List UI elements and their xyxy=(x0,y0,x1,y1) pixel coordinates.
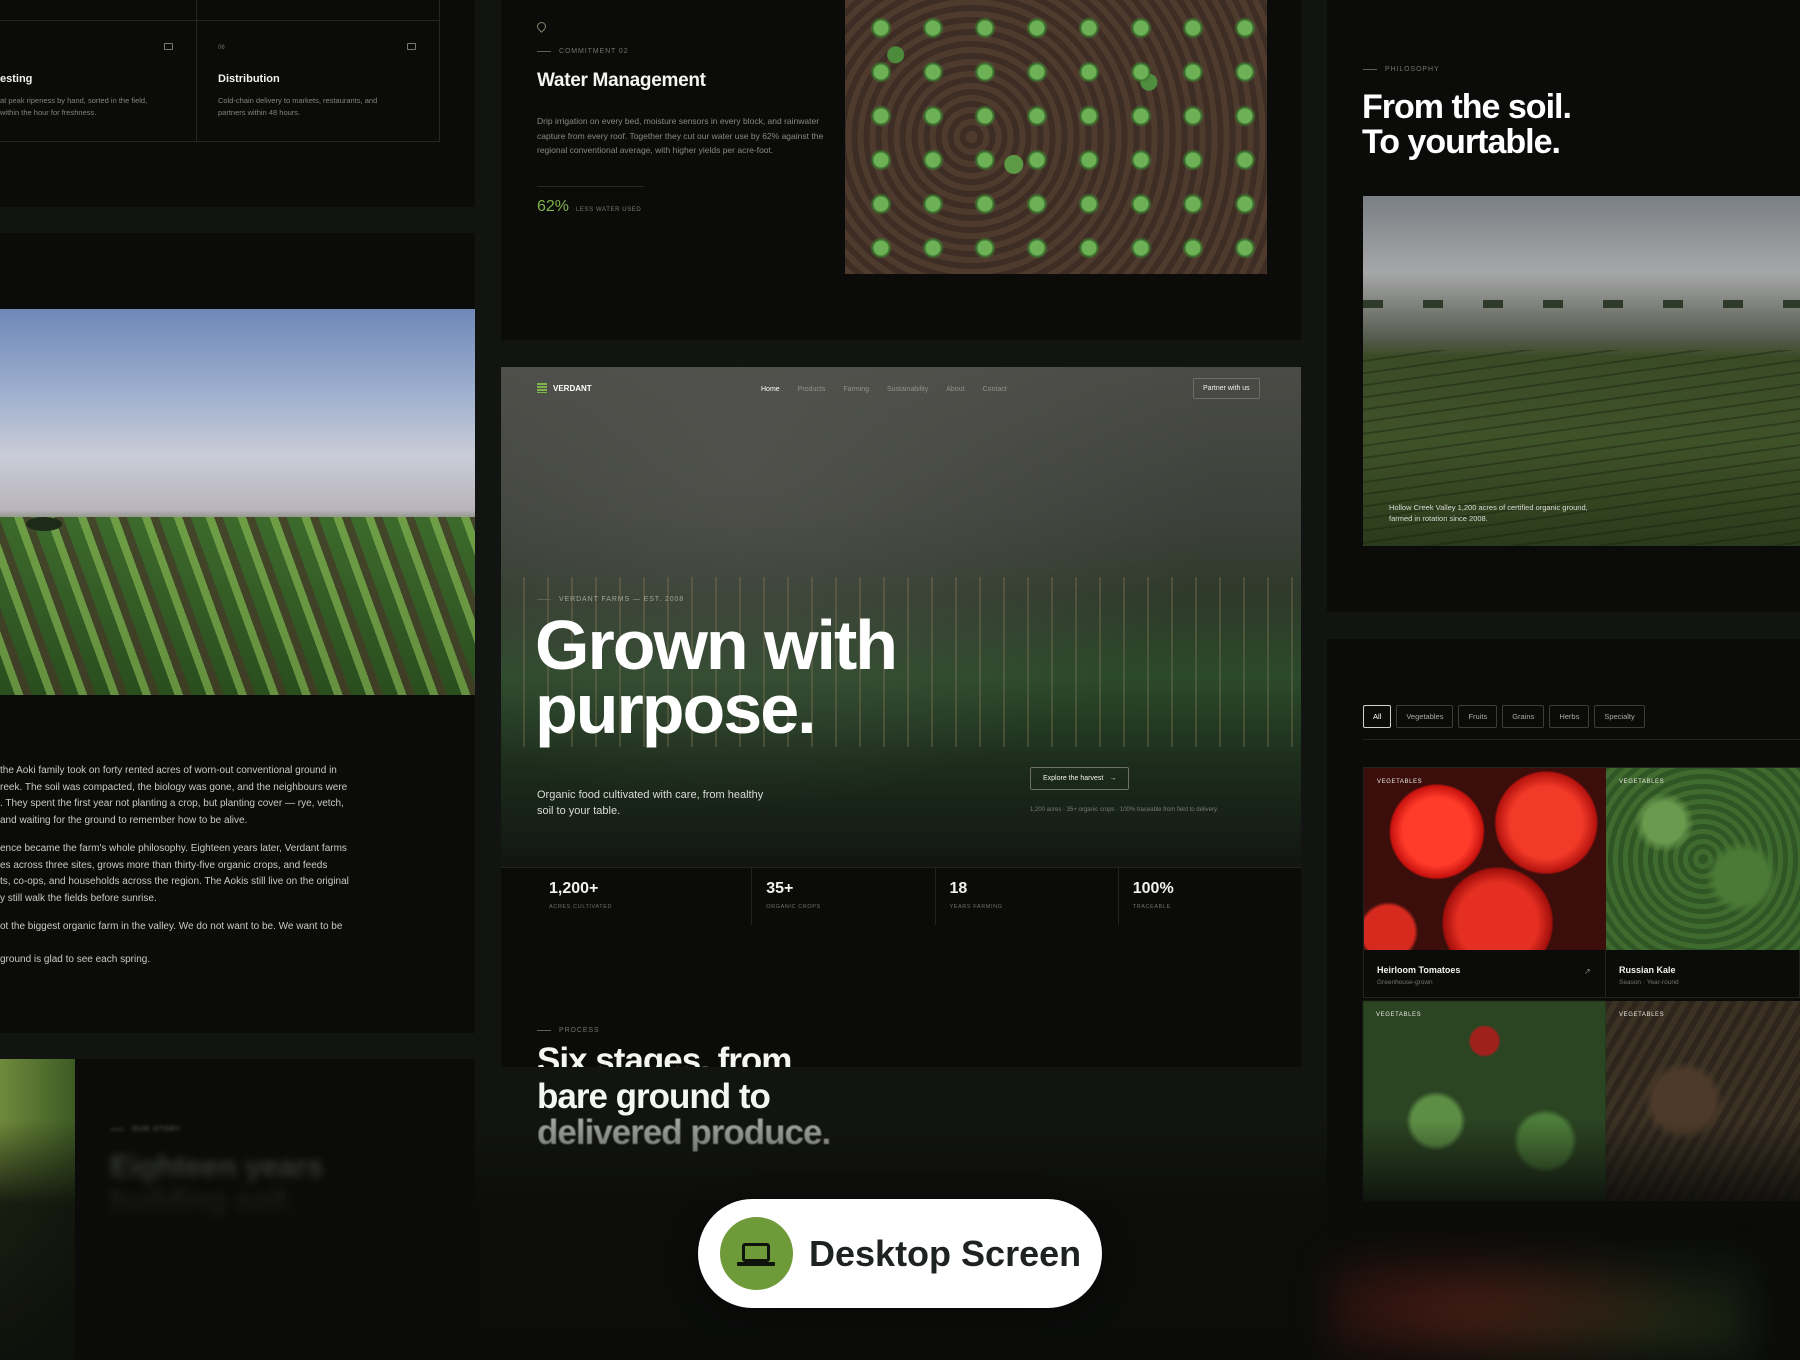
brand-name: VERDANT xyxy=(553,383,592,393)
filter-all[interactable]: All xyxy=(1363,705,1392,728)
hero-eyebrow: VERDANT FARMS — EST. 2008 xyxy=(537,596,684,603)
process-eyebrow: PROCESS xyxy=(537,1027,600,1034)
water-stat-value: 62% xyxy=(537,198,570,215)
product-tag: VEGETABLES xyxy=(1377,779,1423,785)
filter-vegetables[interactable]: Vegetables xyxy=(1396,705,1454,728)
photo-caption: Hollow Creek Valley 1,200 acres of certi… xyxy=(1389,503,1588,523)
commitment-eyebrow: COMMITMENT 02 xyxy=(537,48,629,55)
product-tag: VEGETABLES xyxy=(1376,1012,1422,1018)
nav-products[interactable]: Products xyxy=(798,386,826,393)
nav-farming[interactable]: Farming xyxy=(843,386,869,393)
stat-crops: 35+ ORGANIC CROPS xyxy=(752,868,936,925)
product-tag: VEGETABLES xyxy=(1619,1012,1665,1018)
our-story-title: Eighteen years xyxy=(110,1151,324,1184)
water-management-panel: COMMITMENT 02 Water Management Drip irri… xyxy=(501,0,1301,340)
product-card-roots[interactable]: VEGETABLES xyxy=(1606,1001,1800,1201)
hero-subtitle: Organic food cultivated with care, from … xyxy=(537,789,764,817)
stat-acres: 1,200+ ACRES CULTIVATED xyxy=(501,868,753,925)
leaf-logo-icon xyxy=(537,383,547,393)
greens-photo xyxy=(1363,1001,1606,1201)
card-desc: Cold-chain delivery to markets, restaura… xyxy=(218,96,378,105)
product-card-tomatoes[interactable]: VEGETABLES Heirloom Tomatoes Greenhouse-… xyxy=(1363,767,1607,998)
desktop-screen-badge: Desktop Screen xyxy=(698,1199,1102,1308)
filter-herbs[interactable]: Herbs xyxy=(1549,705,1590,728)
hero-logo[interactable]: VERDANT xyxy=(537,383,592,393)
philosophy-eyebrow: PHILOSOPHY xyxy=(1363,66,1440,73)
hero-headline: Grown with purpose. xyxy=(535,606,898,748)
hero-note: 1,200 acres · 35+ organic crops · 100% t… xyxy=(1030,807,1219,813)
process-title: Six stages, from xyxy=(537,1041,792,1068)
filter-specialty[interactable]: Specialty xyxy=(1594,705,1645,728)
story-text: the Aoki family took on forty rented acr… xyxy=(0,765,349,965)
our-story-panel: OUR STORY Eighteen years building soil. xyxy=(0,1059,475,1360)
laptop-icon xyxy=(720,1217,793,1290)
card-desc: at peak ripeness by hand, sorted in the … xyxy=(0,96,148,105)
card-desc: within the hour for freshness. xyxy=(0,108,97,117)
hero-panel: VERDANT Home Products Farming Sustainabi… xyxy=(501,367,1301,1067)
our-story-eyebrow: OUR STORY xyxy=(110,1126,181,1133)
filter-fruits[interactable]: Fruits xyxy=(1458,705,1498,728)
product-card-kale[interactable]: VEGETABLES Russian Kale Season · Year-ro… xyxy=(1606,767,1800,998)
partner-button[interactable]: Partner with us xyxy=(1193,378,1260,399)
badge-label: Desktop Screen xyxy=(809,1232,1082,1274)
commitment-body: Drip irrigation on every bed, moisture s… xyxy=(537,116,824,155)
nav-about[interactable]: About xyxy=(946,386,964,393)
blurred-glow xyxy=(1330,1230,1750,1360)
card-desc: partners within 48 hours. xyxy=(218,108,301,117)
product-name: Heirloom Tomatoes xyxy=(1377,965,1461,975)
commitment-title: Water Management xyxy=(537,70,706,91)
product-meta: Greenhouse-grown xyxy=(1377,979,1433,986)
our-story-title: building soil. xyxy=(110,1185,295,1218)
philosophy-panel: PHILOSOPHY From the soil. To yourtable. … xyxy=(1327,0,1800,612)
stat-years: 18 YEARS FARMING xyxy=(936,868,1119,925)
story-panel: the Aoki family took on forty rented acr… xyxy=(0,233,475,1033)
nav-contact[interactable]: Contact xyxy=(983,386,1007,393)
nav-sustainability[interactable]: Sustainability xyxy=(887,386,928,393)
explore-button[interactable]: Explore the harvest → xyxy=(1030,767,1130,790)
card-title: esting xyxy=(0,73,33,85)
product-tag: VEGETABLES xyxy=(1619,779,1665,785)
arrow-right-icon: → xyxy=(1109,775,1117,782)
irrigation-sprouts-photo xyxy=(845,0,1267,274)
water-drop-icon xyxy=(535,20,548,33)
field-photo-strip xyxy=(0,1059,75,1360)
crate-icon xyxy=(407,43,416,50)
card-title: Distribution xyxy=(218,73,280,85)
product-name: Russian Kale xyxy=(1619,965,1676,975)
card-number: 06 xyxy=(218,45,225,51)
product-meta: Season · Year-round xyxy=(1619,979,1679,986)
process-title-cont: bare ground to delivered produce. xyxy=(537,1077,831,1152)
water-stat-label: LESS WATER USED xyxy=(576,207,642,213)
tomatoes-photo xyxy=(1364,768,1607,950)
product-card-greens[interactable]: VEGETABLES xyxy=(1363,1001,1606,1201)
main-nav: Home Products Farming Sustainability Abo… xyxy=(761,386,1025,393)
field-rows-photo xyxy=(0,309,475,695)
stats-row: 1,200+ ACRES CULTIVATED 35+ ORGANIC CROP… xyxy=(501,867,1301,925)
filter-grains[interactable]: Grains xyxy=(1502,705,1545,728)
roots-photo xyxy=(1606,1001,1800,1201)
nav-home[interactable]: Home xyxy=(761,386,780,393)
arrow-up-right-icon: ↗ xyxy=(1584,967,1591,976)
filter-tabs: All Vegetables Fruits Grains Herbs Speci… xyxy=(1363,705,1645,728)
crate-icon xyxy=(164,43,173,50)
kale-photo xyxy=(1606,768,1800,950)
process-cards-panel: esting at peak ripeness by hand, sorted … xyxy=(0,0,475,207)
philosophy-title: From the soil. To yourtable. xyxy=(1362,88,1572,161)
stat-traceable: 100% TRACEABLE xyxy=(1132,880,1174,910)
valley-field-photo: Hollow Creek Valley 1,200 acres of certi… xyxy=(1363,196,1800,546)
